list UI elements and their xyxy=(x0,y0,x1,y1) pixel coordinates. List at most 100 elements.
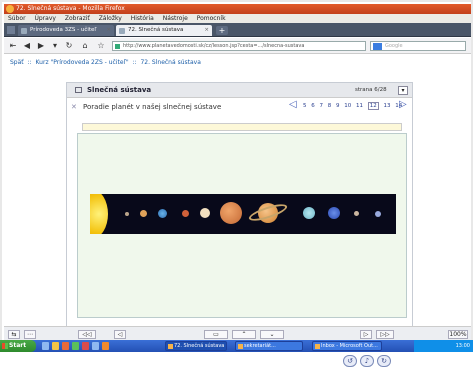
lesson-icon xyxy=(75,87,82,93)
menu-help[interactable]: Pomocník xyxy=(197,15,226,22)
taskbar-item[interactable]: Inbox - Microsoft Out... xyxy=(312,341,382,351)
sun-image xyxy=(90,194,108,234)
quicklaunch-icon[interactable] xyxy=(52,342,59,350)
first-page-button[interactable]: ◁◁ xyxy=(78,330,96,339)
breadcrumb: Späť :: Kurz "Prírodoveda 2ZS - učiteľ" … xyxy=(10,59,203,66)
menu-tools[interactable]: Nástroje xyxy=(163,15,188,22)
dwarf-planet-image xyxy=(375,211,381,217)
bookmark-icon[interactable]: ☆ xyxy=(96,41,106,51)
menu-bar: Súbor Úpravy Zobraziť Záložky História N… xyxy=(4,14,471,23)
bookmark-bar-icon[interactable]: ⇆ xyxy=(8,330,20,339)
menu-history[interactable]: História xyxy=(131,15,154,22)
quicklaunch-icon[interactable] xyxy=(62,342,69,350)
quicklaunch-icon[interactable] xyxy=(72,342,79,350)
panel-header: Slnečná sústava strana 6/28 ▾ xyxy=(67,83,412,98)
quicklaunch-icon[interactable] xyxy=(102,342,109,350)
menu-bookmarks[interactable]: Záložky xyxy=(99,15,122,22)
down-button[interactable]: ⌄ xyxy=(260,330,284,339)
page-link[interactable]: 8 xyxy=(328,103,332,109)
next-slide-icon[interactable]: ▷ xyxy=(399,99,407,111)
browser-window: 72. Slnečná sústava - Mozilla Firefox Sú… xyxy=(0,0,473,367)
quicklaunch-icon[interactable] xyxy=(92,342,99,350)
tab-bar: Prírodoveda 3ZS - učiteľ × 72. Slnečná s… xyxy=(4,23,471,37)
tab-groups-icon[interactable] xyxy=(7,26,15,34)
search-engine-icon[interactable] xyxy=(373,43,382,50)
taskbar: Start 72. Slnečná sústava sekretariát...… xyxy=(0,340,473,352)
page-menu-button[interactable]: ▾ xyxy=(398,86,408,95)
page-numbers: 5 6 7 8 9 10 11 12 13 14 xyxy=(303,102,405,110)
start-button[interactable]: Start xyxy=(0,340,36,352)
jupiter-image xyxy=(220,202,242,224)
neptune-image xyxy=(328,207,340,219)
windows-logo-icon xyxy=(2,343,8,349)
reload-icon[interactable]: ↻ xyxy=(64,41,74,51)
home-icon[interactable]: ⌂ xyxy=(80,41,90,51)
window-title: 72. Slnečná sústava - Mozilla Firefox xyxy=(16,5,125,12)
close-tab-icon[interactable]: × xyxy=(106,25,111,36)
back-button[interactable]: ◀ xyxy=(22,41,32,51)
breadcrumb-current: 72. Slnečná sústava xyxy=(140,59,201,66)
page-indicator: strana 6/28 xyxy=(355,87,387,93)
zoom-indicator[interactable]: 100% xyxy=(448,330,468,339)
uranus-image xyxy=(303,207,315,219)
slide-area: ↺ ♪ ↻ xyxy=(77,133,407,367)
audio-button[interactable]: ♪ xyxy=(360,355,374,367)
bottom-toolbar: ⇆ ⋯ ◁◁ ◁ ▭ ⌃ ⌄ ▷ ▷▷ 100% xyxy=(4,326,471,341)
search-input[interactable]: Google xyxy=(370,41,466,51)
lesson-panel: Slnečná sústava strana 6/28 ▾ ✕ Poradie p… xyxy=(66,82,413,367)
breadcrumb-course-link[interactable]: Kurz "Prírodoveda 2ZS - učiteľ" xyxy=(36,59,129,66)
panel-title: Slnečná sústava xyxy=(87,86,152,94)
forward-button[interactable]: ▶ xyxy=(36,41,46,51)
solar-system-image xyxy=(90,194,396,234)
page-favicon-icon xyxy=(21,28,27,34)
venus-image xyxy=(140,210,147,217)
back-icon[interactable]: ⇤ xyxy=(8,41,18,51)
taskbar-item[interactable]: 72. Slnečná sústava xyxy=(165,341,227,351)
new-tab-button[interactable]: + xyxy=(216,26,228,35)
quicklaunch-icon[interactable] xyxy=(42,342,49,350)
slide-pager: ◁ 5 6 7 8 9 10 11 12 13 14 ▷ xyxy=(289,99,409,112)
taskbar-item-label: Inbox - Microsoft Out... xyxy=(321,343,378,349)
taskbar-item-label: sekretariát... xyxy=(244,343,276,349)
start-label: Start xyxy=(9,342,27,349)
pluto-image xyxy=(354,211,359,216)
tab-course[interactable]: Prírodoveda 3ZS - učiteľ × xyxy=(18,25,114,36)
taskbar-item-label: 72. Slnečná sústava xyxy=(174,343,225,349)
quicklaunch-icon[interactable] xyxy=(82,342,89,350)
url-text: http://www.planetavedomosti.sk/cz/lesson… xyxy=(123,43,305,49)
firefox-icon xyxy=(168,344,173,349)
menu-view[interactable]: Zobraziť xyxy=(65,15,90,22)
mars-image xyxy=(182,210,189,217)
url-bar[interactable]: http://www.planetavedomosti.sk/cz/lesson… xyxy=(112,41,366,51)
navigation-bar: ⇤ ◀ ▶ ▾ ↻ ⌂ ☆ http://www.planetavedomost… xyxy=(4,38,471,54)
next-page-button[interactable]: ▷ xyxy=(360,330,372,339)
page-link[interactable]: 9 xyxy=(336,103,340,109)
page-link[interactable]: 10 xyxy=(344,103,351,109)
last-page-button[interactable]: ▷▷ xyxy=(376,330,394,339)
tab-solar-system[interactable]: 72. Slnečná sústava × xyxy=(116,25,212,36)
breadcrumb-back-link[interactable]: Späť xyxy=(10,59,24,66)
prev-page-button[interactable]: ◁ xyxy=(114,330,126,339)
prev-slide-icon[interactable]: ◁ xyxy=(289,99,297,111)
close-tab-icon[interactable]: × xyxy=(204,25,209,36)
site-identity-icon xyxy=(115,44,120,49)
taskbar-item[interactable]: sekretariát... xyxy=(235,341,303,351)
menu-edit[interactable]: Úpravy xyxy=(34,15,55,22)
page-link-current[interactable]: 12 xyxy=(367,102,379,110)
page-link[interactable]: 5 xyxy=(303,103,307,109)
page-link[interactable]: 11 xyxy=(356,103,363,109)
breadcrumb-separator: :: xyxy=(132,59,137,66)
page-link[interactable]: 6 xyxy=(311,103,315,109)
system-tray: 13:00 xyxy=(414,340,473,352)
print-button[interactable]: ▭ xyxy=(204,330,228,339)
next-step-button[interactable]: ↻ xyxy=(377,355,391,367)
up-button[interactable]: ⌃ xyxy=(232,330,256,339)
search-placeholder: Google xyxy=(385,43,403,49)
page-link[interactable]: 7 xyxy=(320,103,324,109)
slide-marker-icon: ✕ xyxy=(71,103,77,111)
share-icon[interactable]: ⋯ xyxy=(24,330,36,339)
page-link[interactable]: 13 xyxy=(384,103,391,109)
replay-button[interactable]: ↺ xyxy=(343,355,357,367)
history-icon[interactable]: ▾ xyxy=(50,41,60,51)
menu-file[interactable]: Súbor xyxy=(8,15,26,22)
